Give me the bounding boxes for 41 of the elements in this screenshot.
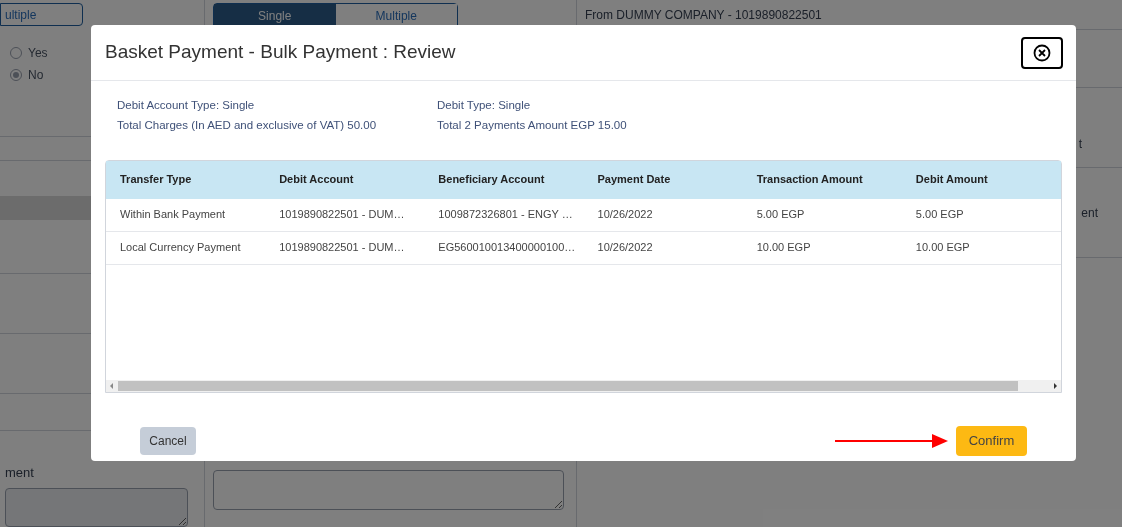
column-header: Beneficiary Account [437, 172, 546, 188]
account-label: From DUMMY COMPANY - 1019890822501 [585, 6, 822, 24]
table-cell-text: Within Bank Payment [119, 207, 227, 223]
column-header: Debit Account [278, 172, 355, 188]
horizontal-scrollbar[interactable] [106, 379, 1061, 392]
summary-text: Debit Account Type: Single [117, 98, 256, 113]
table-cell-text: 1019890822501 - DUM… [278, 240, 406, 256]
close-icon [1033, 43, 1051, 62]
summary-text: Debit Type: Single [437, 98, 532, 113]
table-cell-text: 5.00 EGP [755, 207, 806, 223]
field-label: ent [1081, 204, 1098, 222]
table-cell-text: Local Currency Payment [119, 240, 242, 256]
dialog-title: Basket Payment - Bulk Payment : Review [105, 40, 456, 65]
field-label: ment [4, 463, 35, 482]
radio-label: No [28, 67, 44, 85]
table-cell-text: 10/26/2022 [596, 240, 654, 256]
radio-button[interactable] [10, 69, 22, 82]
table-cell-text: 10.00 EGP [755, 240, 812, 256]
table-cell-text: 5.00 EGP [914, 207, 965, 223]
table-cell-text: 10/26/2022 [596, 207, 654, 223]
confirm-button[interactable]: Confirm [956, 425, 1027, 456]
column-header: Payment Date [596, 172, 672, 188]
table-cell-text: 1019890822501 - DUM… [278, 207, 406, 223]
cancel-button[interactable]: Cancel [140, 426, 196, 455]
table-cell-text: 1009872326801 - ENGY … [437, 207, 574, 223]
column-header: Debit Amount [914, 172, 989, 188]
table-cell-text: 10.00 EGP [914, 240, 971, 256]
arrow-icon [835, 432, 948, 449]
radio-label: Yes [28, 45, 48, 63]
toggle-tab[interactable]: Single [214, 4, 336, 28]
table-cell-text: EG560010013400000100… [437, 240, 577, 256]
multiple-toggle[interactable]: ultiple [0, 3, 83, 27]
summary-text: Total Charges (In AED and exclusive of VAT) 50.00 [117, 118, 378, 134]
radio-button[interactable] [10, 47, 22, 60]
text-area[interactable] [5, 488, 188, 527]
column-header: Transaction Amount [755, 172, 864, 188]
summary-text: Total 2 Payments Amount EGP 15.00 [437, 118, 628, 134]
text-area[interactable] [213, 470, 564, 510]
column-header: Transfer Type [119, 172, 193, 188]
close-button[interactable] [1021, 36, 1063, 69]
field-label: t [1078, 136, 1082, 153]
